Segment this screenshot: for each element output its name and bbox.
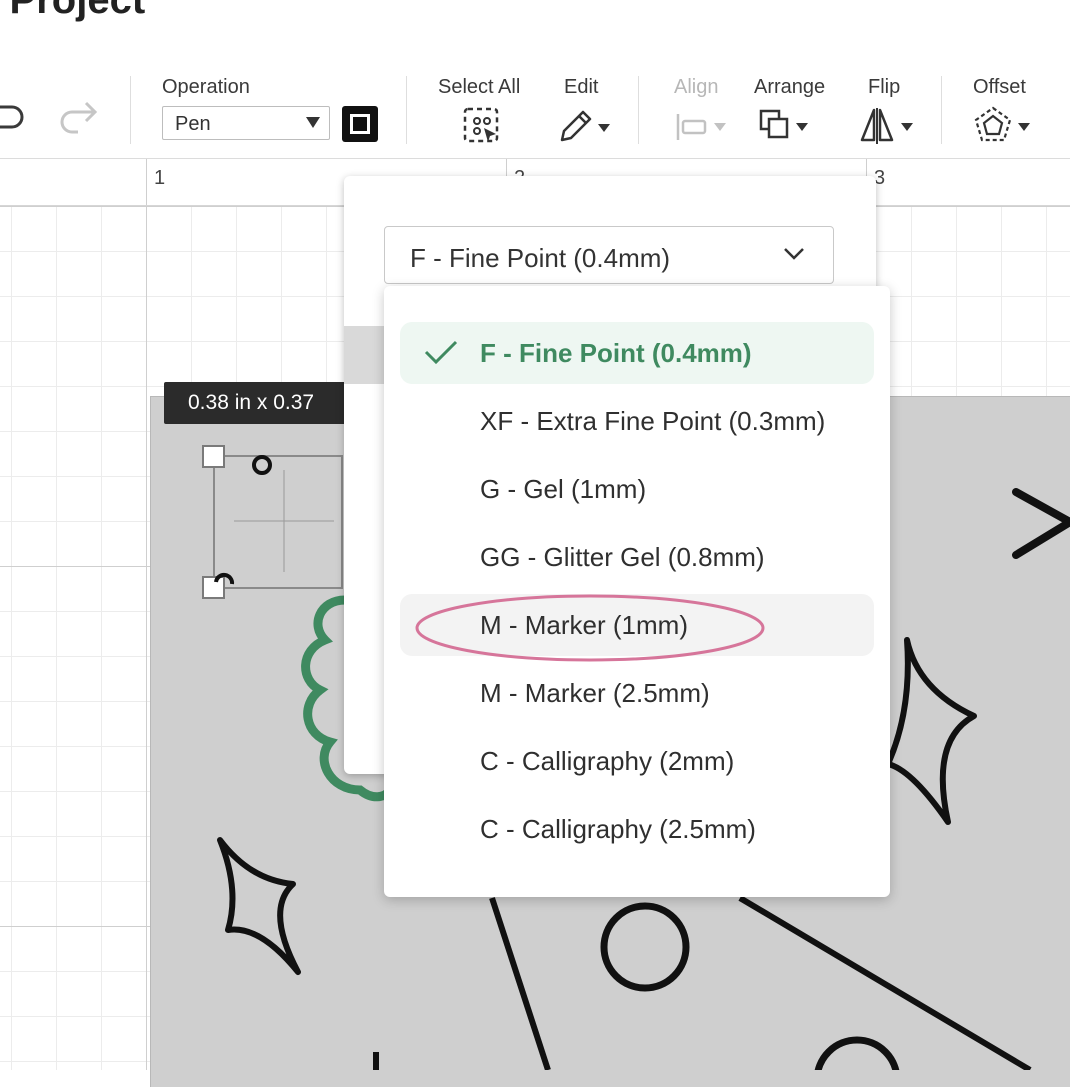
pen-option-label: G - Gel (1mm): [480, 474, 647, 504]
circle-shape[interactable]: [600, 902, 690, 992]
checkmark-icon: [424, 340, 458, 365]
pen-option-label: XF - Extra Fine Point (0.3mm): [480, 406, 826, 436]
size-tooltip: 0.38 in x 0.37: [164, 382, 364, 424]
pen-option-calligraphy-2-5mm[interactable]: C - Calligraphy (2.5mm): [400, 798, 874, 860]
small-circle-shape[interactable]: [252, 455, 272, 475]
pen-option-glitter-gel[interactable]: GG - Glitter Gel (0.8mm): [400, 526, 874, 588]
highlight-ellipse: [415, 594, 765, 662]
pen-option-fine-point[interactable]: F - Fine Point (0.4mm): [400, 322, 874, 384]
pen-option-marker-2-5mm[interactable]: M - Marker (2.5mm): [400, 662, 874, 724]
pen-type-select[interactable]: F - Fine Point (0.4mm): [384, 226, 834, 284]
diagonal-line-shape[interactable]: [738, 895, 1032, 1070]
pen-option-extra-fine-point[interactable]: XF - Extra Fine Point (0.3mm): [400, 390, 874, 452]
pen-option-calligraphy-2mm[interactable]: C - Calligraphy (2mm): [400, 730, 874, 792]
pen-option-gel[interactable]: G - Gel (1mm): [400, 458, 874, 520]
four-point-star-shape[interactable]: [885, 637, 977, 825]
diagonal-line-shape[interactable]: [489, 897, 551, 1070]
pen-option-label: F - Fine Point (0.4mm): [480, 338, 752, 368]
panel-strip: [344, 326, 388, 384]
four-point-star-shape[interactable]: [217, 837, 301, 975]
chevron-down-icon: [784, 248, 804, 260]
pen-option-label: GG - Glitter Gel (0.8mm): [480, 542, 765, 572]
circle-shape[interactable]: [814, 1036, 900, 1070]
pen-option-label: M - Marker (2.5mm): [480, 678, 710, 708]
pen-option-label: C - Calligraphy (2.5mm): [480, 814, 756, 844]
pen-option-label: C - Calligraphy (2mm): [480, 746, 735, 776]
asterisk-shape[interactable]: [1012, 488, 1070, 559]
pen-type-value: F - Fine Point (0.4mm): [410, 243, 671, 273]
